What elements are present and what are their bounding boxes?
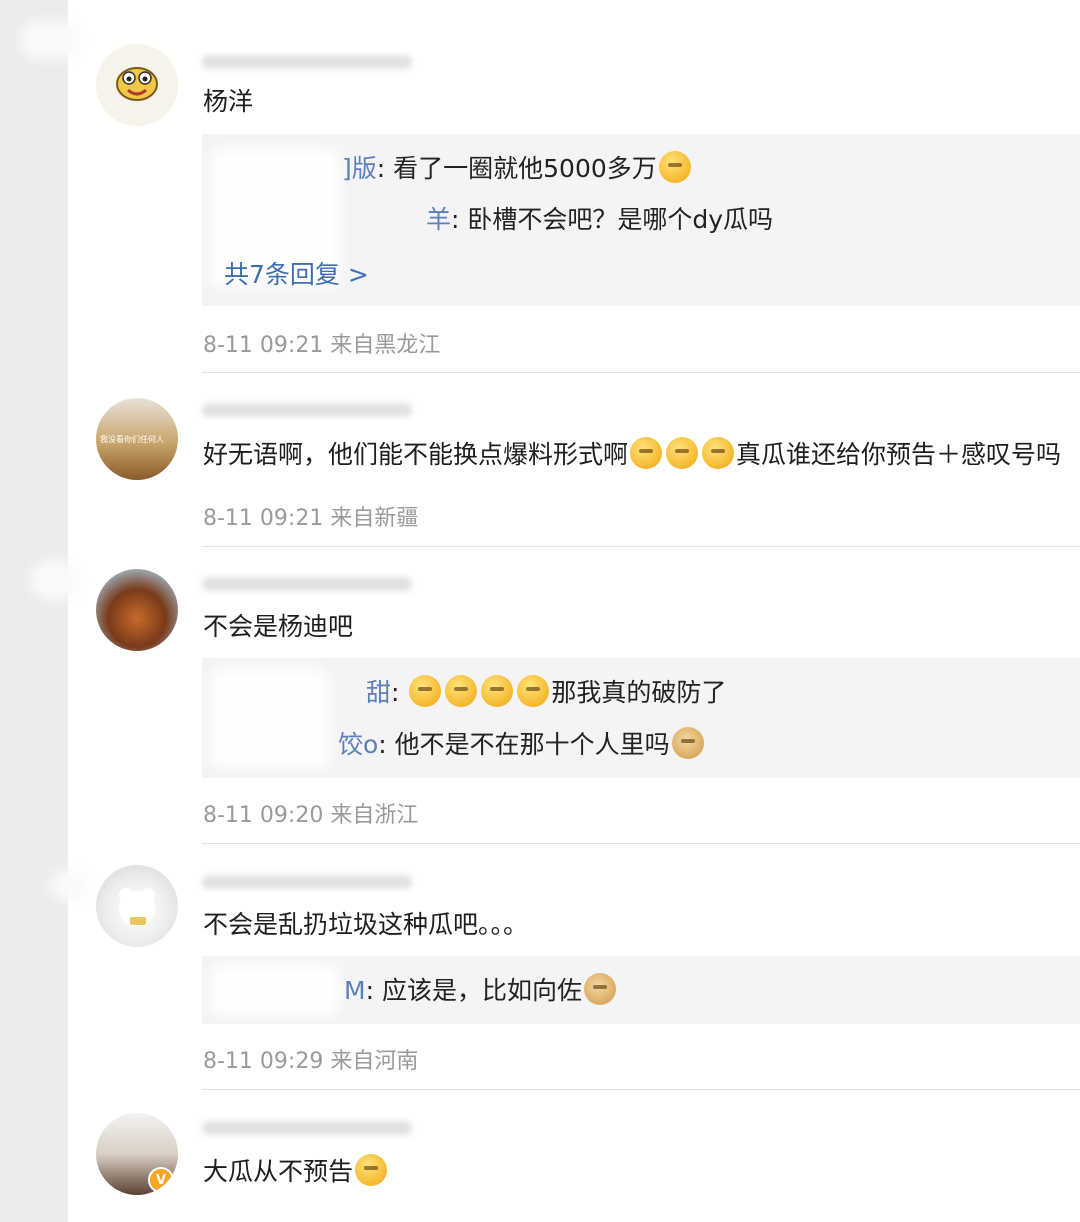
- reply-username-redacted: [210, 964, 340, 1016]
- doge-icon: [671, 727, 704, 759]
- comment-item: 我没看你们任何人 好无语啊，他们能不能换点爆料形式啊 真瓜谁还给你预告＋感叹号吗 …: [68, 375, 1080, 547]
- reply-text: : 卧槽不会吧？是哪个dy瓜吗: [451, 205, 774, 234]
- verified-badge-icon: V: [148, 1167, 174, 1193]
- reply-line: M: 应该是，比如向佐: [344, 973, 618, 1008]
- username-redacted: [202, 403, 412, 417]
- username-redacted: [202, 55, 412, 69]
- comment-item: 不会是杨迪吧 甜: 那我真的破防了 饺o: 他不是不在那十个人里吗 8-11 0…: [68, 547, 1080, 845]
- reply-username[interactable]: 甜: [366, 678, 391, 707]
- comment-item: V 大瓜从不预告: [68, 1091, 1080, 1222]
- avatar[interactable]: [96, 44, 178, 126]
- avatar[interactable]: [96, 865, 178, 947]
- reply-box[interactable]: M: 应该是，比如向佐: [202, 956, 1080, 1024]
- plush-avatar-icon: [119, 888, 155, 927]
- reply-text: 那我真的破防了: [551, 678, 727, 707]
- kissing-heart-face-icon: [355, 1154, 388, 1186]
- avatar[interactable]: 我没看你们任何人: [96, 398, 178, 480]
- comment-meta: 8-11 09:21 来自黑龙江: [203, 333, 441, 358]
- laughing-tears-icon: [517, 675, 550, 707]
- avatar-caption: 我没看你们任何人: [100, 435, 164, 444]
- divider: [202, 1089, 1080, 1090]
- reply-text: : 看了一圈就他5000多万: [376, 154, 657, 183]
- reply-username[interactable]: 饺o: [338, 730, 378, 759]
- sweat-face-icon: [702, 437, 735, 469]
- reply-line: 羊: 卧槽不会吧？是哪个dy瓜吗: [426, 203, 773, 237]
- sweat-face-icon: [630, 437, 663, 469]
- comment-item: 杨洋 ]版: 看了一圈就他5000多万 羊: 卧槽不会吧？是哪个dy瓜吗 共7条…: [68, 0, 1080, 375]
- more-replies-link[interactable]: 共7条回复 >: [224, 255, 369, 291]
- reply-line: 饺o: 他不是不在那十个人里吗: [338, 727, 706, 762]
- reply-text: : 他不是不在那十个人里吗: [378, 730, 670, 759]
- username-redacted: [202, 875, 412, 889]
- comment-text: 不会是乱扔垃圾这种瓜吧。。。: [203, 910, 529, 939]
- reply-box[interactable]: ]版: 看了一圈就他5000多万 羊: 卧槽不会吧？是哪个dy瓜吗 共7条回复 …: [202, 134, 1080, 306]
- sweat-face-icon: [666, 437, 699, 469]
- laughing-tears-icon: [409, 675, 442, 707]
- avatar[interactable]: [96, 569, 178, 651]
- laughing-tears-icon: [445, 675, 478, 707]
- comment-meta: 8-11 09:29 来自河南: [203, 1049, 419, 1074]
- comment-meta: 8-11 09:21 来自新疆: [203, 506, 419, 531]
- reply-username[interactable]: 羊: [426, 205, 451, 234]
- comment-text: 大瓜从不预告: [203, 1154, 389, 1189]
- comment-text: 杨洋: [203, 87, 254, 116]
- reply-text: :: [391, 678, 408, 707]
- comment-feed: 杨洋 ]版: 看了一圈就他5000多万 羊: 卧槽不会吧？是哪个dy瓜吗 共7条…: [68, 0, 1080, 1222]
- reply-username-redacted: [210, 668, 330, 768]
- doge-icon: [583, 973, 616, 1005]
- comment-text: 好无语啊，他们能不能换点爆料形式啊 真瓜谁还给你预告＋感叹号吗: [203, 437, 1061, 472]
- comment-text: 不会是杨迪吧: [203, 612, 354, 641]
- reply-line: 甜: 那我真的破防了: [366, 675, 726, 710]
- reply-username[interactable]: ]版: [342, 154, 377, 183]
- comment-item: 不会是乱扔垃圾这种瓜吧。。。 M: 应该是，比如向佐 8-11 09:29 来自…: [68, 845, 1080, 1091]
- laughing-tears-icon: [481, 675, 514, 707]
- username-redacted: [202, 1121, 412, 1135]
- left-margin-strip: [0, 0, 90, 1222]
- divider: [202, 843, 1080, 844]
- cartoon-avatar-icon: [96, 44, 178, 126]
- avatar[interactable]: V: [96, 1113, 178, 1195]
- reply-box[interactable]: 甜: 那我真的破防了 饺o: 他不是不在那十个人里吗: [202, 658, 1080, 778]
- reply-username[interactable]: M: [344, 976, 366, 1005]
- divider: [202, 372, 1080, 373]
- username-redacted: [202, 577, 412, 591]
- comment-text-part: 真瓜谁还给你预告＋感叹号吗: [736, 440, 1062, 469]
- reply-line: ]版: 看了一圈就他5000多万: [342, 151, 693, 186]
- comment-text-part: 好无语啊，他们能不能换点爆料形式啊: [203, 440, 629, 469]
- comment-text-part: 大瓜从不预告: [203, 1157, 354, 1186]
- comment-meta: 8-11 09:20 来自浙江: [203, 803, 419, 828]
- reply-text: : 应该是，比如向佐: [365, 976, 582, 1005]
- shush-face-icon: [658, 151, 691, 183]
